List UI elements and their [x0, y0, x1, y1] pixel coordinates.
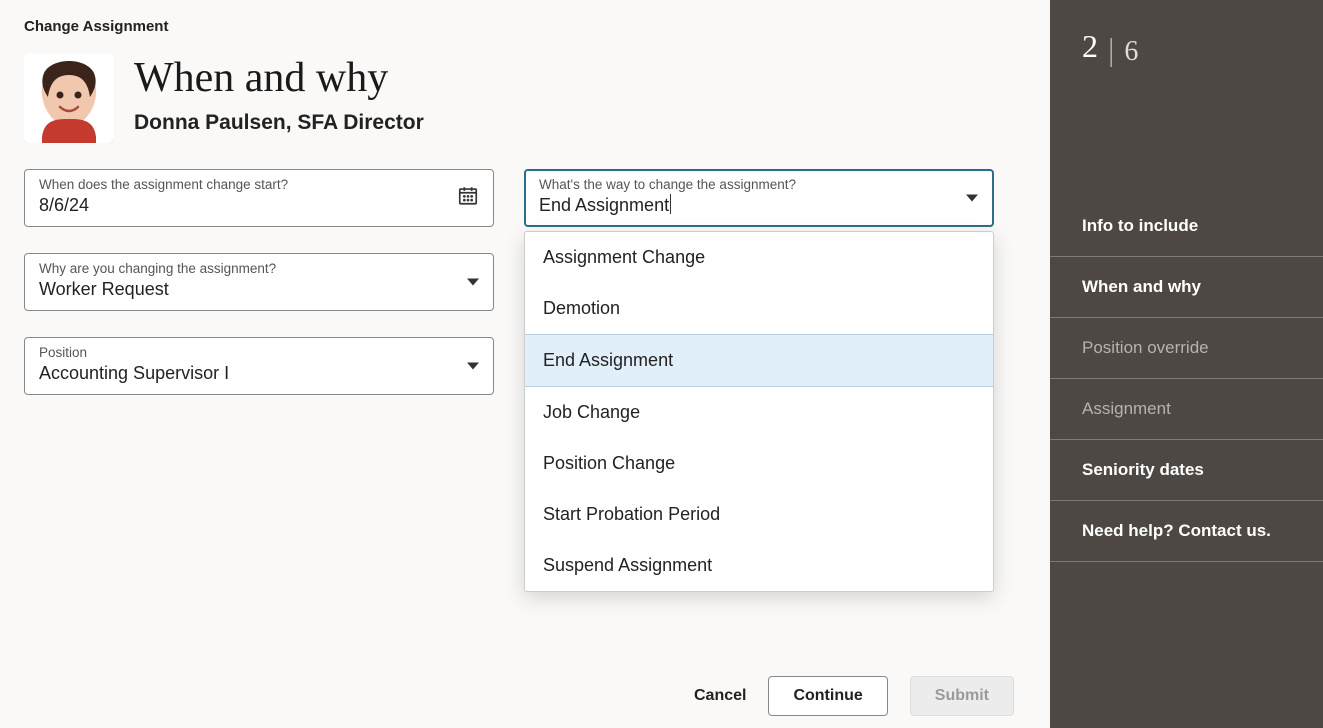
dropdown-option[interactable]: Position Change [525, 438, 993, 489]
start-date-label: When does the assignment change start? [39, 177, 479, 193]
position-field[interactable]: Position Accounting Supervisor I [24, 337, 494, 395]
step-total: 6 [1124, 36, 1138, 68]
sidebar-item[interactable]: Assignment [1050, 379, 1323, 440]
sidebar-item[interactable]: When and why [1050, 257, 1323, 318]
reason-label: Why are you changing the assignment? [39, 261, 479, 277]
position-value: Accounting Supervisor I [39, 362, 479, 385]
position-label: Position [39, 345, 479, 361]
person-subtitle: Donna Paulsen, SFA Director [134, 111, 424, 135]
step-current: 2 [1082, 28, 1098, 65]
sidebar-item[interactable]: Position override [1050, 318, 1323, 379]
change-way-label: What's the way to change the assignment? [539, 177, 979, 193]
continue-button[interactable]: Continue [768, 676, 887, 716]
dropdown-option[interactable]: Demotion [525, 283, 993, 334]
breadcrumb: Change Assignment [24, 18, 1022, 35]
submit-button: Submit [910, 676, 1014, 716]
start-date-value: 8/6/24 [39, 194, 479, 217]
cancel-button[interactable]: Cancel [694, 687, 746, 705]
chevron-down-icon[interactable] [467, 279, 479, 286]
reason-field[interactable]: Why are you changing the assignment? Wor… [24, 253, 494, 311]
dropdown-option[interactable]: Start Probation Period [525, 489, 993, 540]
calendar-icon[interactable] [457, 185, 479, 212]
active-step-arrow-icon [1036, 273, 1050, 301]
dropdown-option[interactable]: Assignment Change [525, 232, 993, 283]
change-way-dropdown: Assignment ChangeDemotionEnd AssignmentJ… [524, 231, 994, 592]
reason-value: Worker Request [39, 278, 479, 301]
sidebar-item[interactable]: Info to include [1050, 195, 1323, 257]
change-way-field[interactable]: What's the way to change the assignment?… [524, 169, 994, 227]
dropdown-option[interactable]: End Assignment [525, 334, 993, 387]
page-title: When and why [134, 55, 424, 101]
chevron-down-icon[interactable] [966, 195, 978, 202]
start-date-field[interactable]: When does the assignment change start? 8… [24, 169, 494, 227]
sidebar-item[interactable]: Seniority dates [1050, 440, 1323, 501]
sidebar: 2 | 6 Info to includeWhen and whyPositio… [1050, 0, 1323, 728]
chevron-down-icon[interactable] [467, 363, 479, 370]
dropdown-option[interactable]: Job Change [525, 387, 993, 438]
help-link[interactable]: Need help? Contact us. [1050, 501, 1323, 562]
step-separator: | [1108, 33, 1114, 65]
step-indicator: 2 | 6 [1082, 28, 1323, 65]
dropdown-option[interactable]: Suspend Assignment [525, 540, 993, 591]
avatar [24, 53, 114, 143]
change-way-value: End Assignment [539, 194, 979, 217]
